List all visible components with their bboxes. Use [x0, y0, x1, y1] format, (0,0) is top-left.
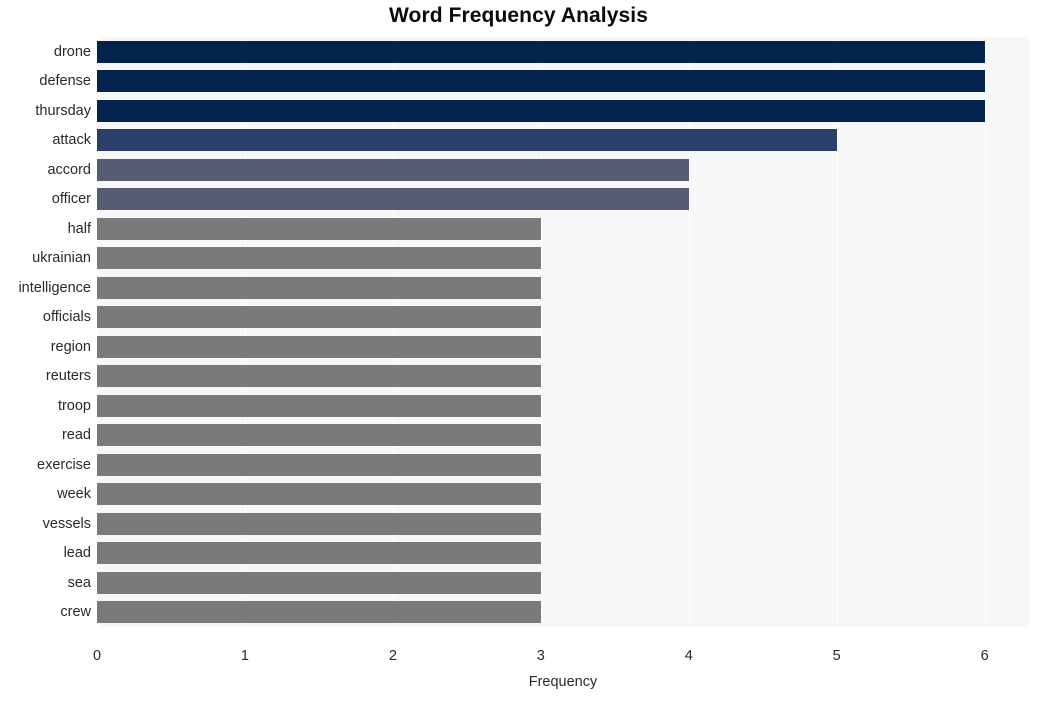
y-axis-label: defense: [39, 73, 91, 90]
y-axis-label: week: [57, 486, 91, 503]
x-axis-ticks: 0 1 2 3 4 5 6: [93, 630, 1029, 664]
bar: [97, 217, 541, 240]
y-axis-label: attack: [52, 132, 91, 149]
x-axis-tick-label: 5: [832, 648, 841, 664]
y-axis-label: exercise: [37, 456, 91, 473]
bar: [97, 571, 541, 594]
plot-area: [97, 37, 1029, 627]
x-axis-tick-label: 2: [388, 648, 397, 664]
y-axis-label: drone: [53, 43, 91, 60]
bar: [97, 365, 541, 388]
bar: [97, 424, 541, 447]
y-axis-label: half: [67, 220, 91, 237]
bar: [97, 247, 541, 270]
bar: [97, 542, 541, 565]
x-axis-tick-label: 3: [536, 648, 545, 664]
y-axis-label: reuters: [45, 368, 91, 385]
bar: [97, 158, 689, 181]
y-axis-label: intelligence: [18, 279, 91, 296]
y-axis-label: sea: [67, 574, 91, 591]
y-axis-label: officer: [51, 191, 91, 208]
x-axis-tick-label: 6: [980, 648, 989, 664]
bar: [97, 453, 541, 476]
bars-container: [97, 37, 1029, 627]
chart-title: Word Frequency Analysis: [388, 4, 649, 27]
x-axis-tick-label: 4: [684, 648, 693, 664]
y-axis-label: lead: [63, 545, 91, 562]
word-frequency-bar-chart: Word Frequency Analysis drone defense thur…: [0, 0, 1037, 701]
bar: [97, 512, 541, 535]
y-axis-label: ukrainian: [32, 250, 91, 267]
bar: [97, 394, 541, 417]
bar: [97, 335, 541, 358]
bar: [97, 129, 837, 152]
y-axis-label: crew: [60, 604, 91, 621]
y-axis-label: accord: [47, 161, 91, 178]
y-axis-labels: drone defense thursday attack accord officer h…: [0, 37, 91, 627]
bar: [97, 99, 985, 122]
bar: [97, 483, 541, 506]
bar: [97, 40, 985, 63]
y-axis-label: troop: [57, 397, 91, 414]
bar: [97, 188, 689, 211]
bar: [97, 276, 541, 299]
bar: [97, 70, 985, 93]
bar: [97, 306, 541, 329]
x-axis-title: Frequency: [528, 674, 598, 690]
bar: [97, 601, 541, 624]
y-axis-label: region: [50, 338, 91, 355]
x-axis-tick-label: 1: [240, 648, 249, 664]
y-axis-label: vessels: [42, 515, 91, 532]
x-axis-tick-label: 0: [92, 648, 102, 664]
y-axis-label: thursday: [35, 102, 91, 119]
y-axis-label: read: [61, 427, 91, 444]
y-axis-label: officials: [42, 309, 91, 326]
